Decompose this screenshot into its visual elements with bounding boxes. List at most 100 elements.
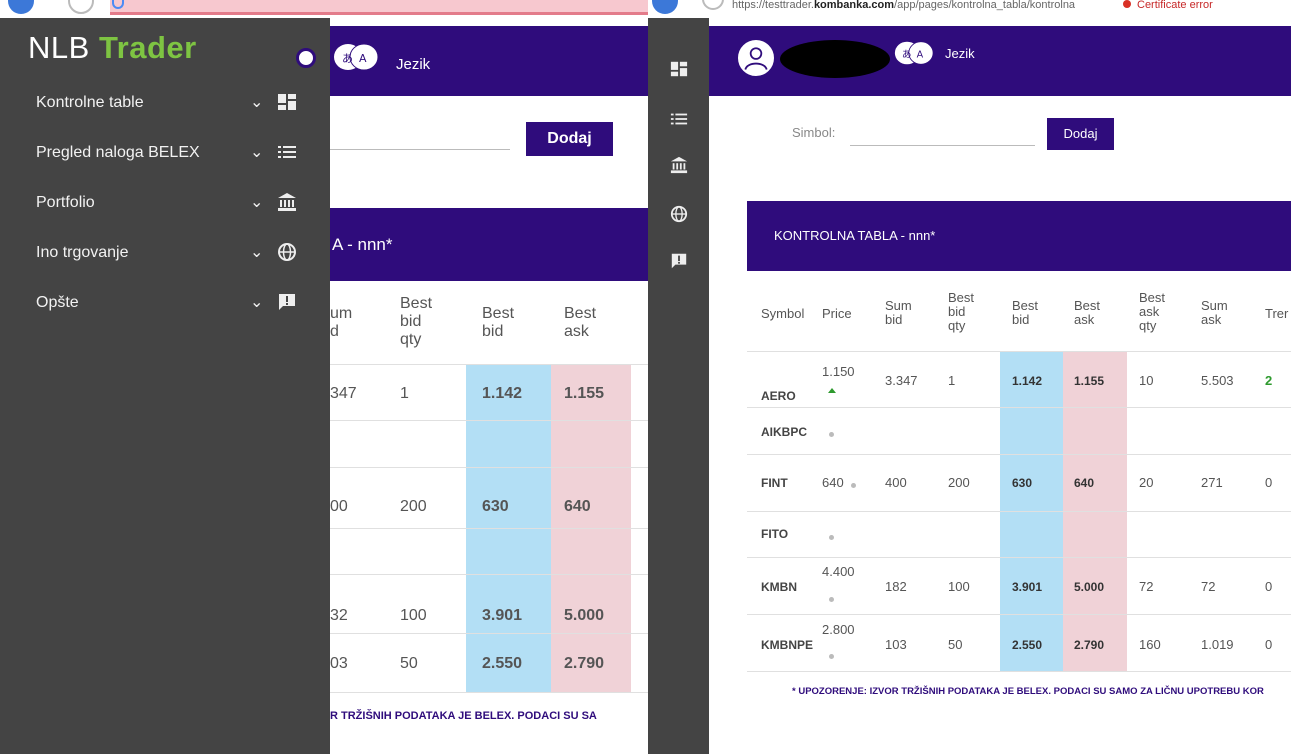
forward-button[interactable] <box>68 0 94 14</box>
col-header-trend: Trer <box>1265 306 1289 321</box>
cell-best-bid: 630 <box>482 498 509 515</box>
row-divider <box>747 351 1291 352</box>
sidebar-item-pregled-naloga[interactable]: Pregled naloga BELEX ⌄ <box>0 134 330 174</box>
row-divider <box>330 467 648 468</box>
certificate-error-label: Certificate error <box>1137 0 1213 11</box>
cell-price: 4.400 <box>822 564 855 579</box>
cell-best-ask: 1.155 <box>564 385 605 402</box>
row-divider <box>330 528 648 529</box>
cell-symbol[interactable]: AERO <box>761 389 796 403</box>
col-header-best-bid-qty: Best bid qty <box>948 290 975 333</box>
add-button[interactable]: Dodaj <box>526 122 613 156</box>
cell-symbol[interactable]: AIKBPC <box>761 425 807 439</box>
back-button[interactable] <box>8 0 34 14</box>
browser-strip-right: https://testtrader.kombanka.com/app/page… <box>648 0 1291 18</box>
cell-price: 1.150 <box>822 364 855 379</box>
col-header-best-bid: Best bid <box>482 305 515 340</box>
dashboard-icon <box>278 94 296 110</box>
sidebar-item-portfolio[interactable]: Portfolio ⌄ <box>0 184 330 224</box>
row-divider <box>747 407 1291 408</box>
cell-sum-ask: 271 <box>1201 475 1223 490</box>
navigation-drawer: NLB Trader Kontrolne table ⌄ Pregled nal… <box>0 18 330 754</box>
dashboard-icon[interactable] <box>670 60 688 78</box>
data-source-warning: * UPOZORENJE: IZVOR TRŽIŠNIH PODATAKA JE… <box>792 686 1264 697</box>
cell-sum-bid: 03 <box>330 655 348 672</box>
address-bar[interactable] <box>110 0 648 15</box>
cell-symbol[interactable]: KMBNPE <box>761 638 821 652</box>
row-divider <box>330 420 648 421</box>
cell-best-bid-qty: 50 <box>948 637 963 652</box>
chevron-down-icon[interactable]: ⌄ <box>250 92 263 112</box>
symbol-input[interactable] <box>330 149 510 150</box>
cell-best-bid: 1.142 <box>1012 374 1043 388</box>
cell-best-bid: 2.550 <box>482 655 523 672</box>
drawer-toggle[interactable] <box>296 48 316 68</box>
cell-best-ask-qty: 72 <box>1139 579 1154 594</box>
symbol-input[interactable] <box>850 136 1035 146</box>
globe-icon[interactable] <box>670 205 688 223</box>
row-divider <box>747 454 1291 455</box>
sidebar-item-label: Portfolio <box>36 194 95 211</box>
svg-text:あ: あ <box>902 49 912 60</box>
sidebar-item-label: Pregled naloga BELEX <box>36 144 200 161</box>
price-unchanged-icon <box>851 483 856 488</box>
symbol-label: Simbol: <box>792 125 836 140</box>
cell-symbol[interactable]: FINT <box>761 476 788 490</box>
cell-best-bid-qty: 1 <box>948 373 956 388</box>
cell-best-bid-qty: 100 <box>400 607 427 624</box>
col-header-best-bid-qty: Best bid qty <box>400 295 433 348</box>
svg-text:あ: あ <box>342 52 353 65</box>
sidebar-item-kontrolne-table[interactable]: Kontrolne table ⌄ <box>0 84 330 124</box>
list-icon <box>278 146 296 158</box>
cell-best-ask: 5.000 <box>1074 580 1105 594</box>
language-label[interactable]: Jezik <box>396 56 430 73</box>
chevron-down-icon[interactable]: ⌄ <box>250 192 263 212</box>
cell-price: 640 <box>822 475 844 490</box>
price-unchanged-icon <box>829 597 834 602</box>
cell-best-ask-qty: 20 <box>1139 475 1154 490</box>
cell-best-ask: 1.155 <box>1074 374 1105 388</box>
language-icon[interactable]: あ A <box>894 38 934 68</box>
address-bar[interactable]: https://testtrader.kombanka.com/app/page… <box>732 0 1075 11</box>
feedback-icon[interactable] <box>670 252 688 270</box>
logo-nlb: NLB <box>28 30 90 65</box>
right-app-window: あ A Jezik Simbol: Dodaj KONTROLNA TABLA … <box>648 18 1291 754</box>
chevron-down-icon[interactable]: ⌄ <box>250 292 263 312</box>
sidebar-item-ino-trgovanje[interactable]: Ino trgovanje ⌄ <box>0 234 330 274</box>
certificate-error[interactable]: Certificate error <box>1123 0 1213 11</box>
language-label[interactable]: Jezik <box>945 46 975 61</box>
list-icon[interactable] <box>670 110 688 128</box>
col-header-best-bid: Best bid <box>1012 298 1039 327</box>
cell-best-bid: 630 <box>1012 476 1033 490</box>
col-header-sum-bid: Sum bid <box>885 298 912 327</box>
cell-best-ask-qty: 160 <box>1139 637 1161 652</box>
cell-sum-bid: 400 <box>885 475 907 490</box>
forward-button[interactable] <box>702 0 724 10</box>
table-title: KONTROLNA TABLA - nnn* <box>747 201 1291 271</box>
redacted-username <box>780 40 890 78</box>
sidebar-item-opste[interactable]: Opšte ⌄ <box>0 284 330 324</box>
cell-sum-ask: 72 <box>1201 579 1216 594</box>
cell-sum-bid: 103 <box>885 637 907 652</box>
user-avatar-icon[interactable] <box>738 40 774 76</box>
chevron-down-icon[interactable]: ⌄ <box>250 242 263 262</box>
add-button[interactable]: Dodaj <box>1047 118 1114 150</box>
chevron-down-icon[interactable]: ⌄ <box>250 142 263 162</box>
cell-best-ask: 640 <box>1074 476 1095 490</box>
cell-trend: 0 <box>1265 637 1273 652</box>
col-header-price: Price <box>822 306 852 321</box>
col-header-best-ask: Best ask <box>1074 298 1101 327</box>
bank-icon <box>278 193 296 211</box>
cell-best-bid: 1.142 <box>482 385 523 402</box>
data-source-warning: R TRŽIŠNIH PODATAKA JE BELEX. PODACI SU … <box>330 710 597 722</box>
bank-icon[interactable] <box>670 156 688 174</box>
globe-icon <box>278 243 296 261</box>
svg-text:A: A <box>359 52 367 65</box>
back-button[interactable] <box>652 0 678 14</box>
cell-sum-ask: 1.019 <box>1201 637 1234 652</box>
language-icon[interactable]: あ A <box>333 40 379 74</box>
row-divider <box>747 671 1291 672</box>
cell-symbol[interactable]: FITO <box>761 527 788 541</box>
col-header-sum-bid: um d <box>330 305 353 340</box>
cell-symbol[interactable]: KMBN <box>761 580 797 594</box>
